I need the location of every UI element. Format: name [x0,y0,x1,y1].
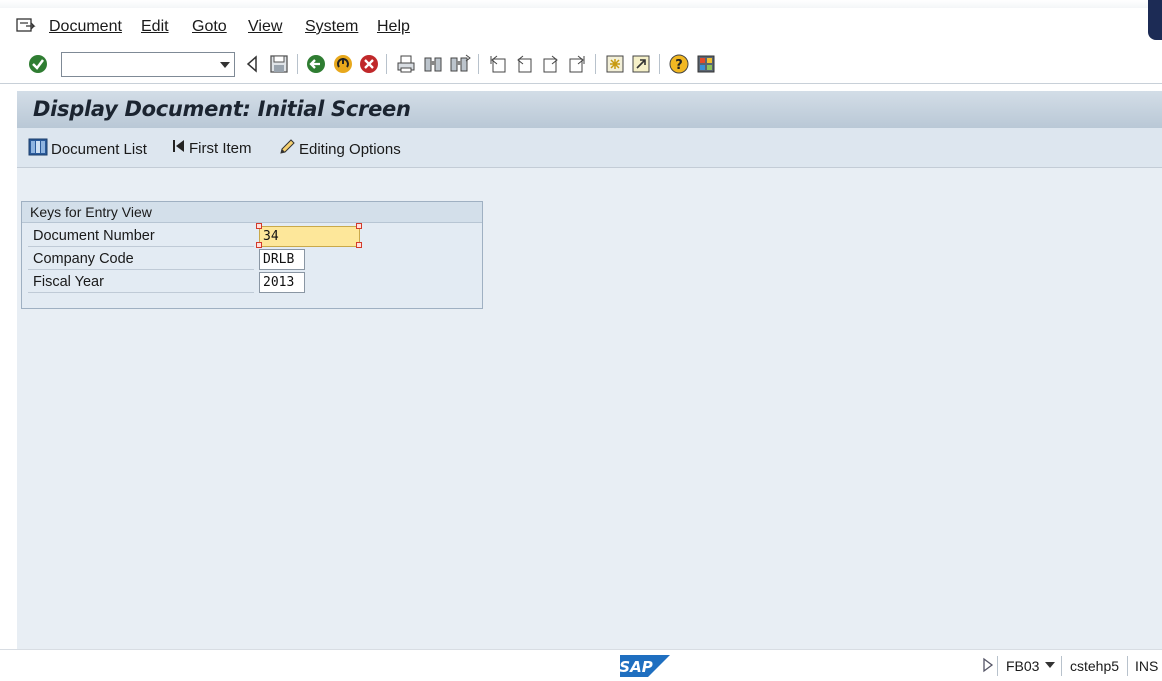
document-number-label: Document Number [28,225,254,247]
last-page-icon[interactable] [566,53,588,75]
company-code-label: Company Code [28,248,254,270]
menu-system[interactable]: System [305,18,358,36]
toolbar-separator [659,54,660,74]
group-title: Keys for Entry View [22,202,482,223]
customize-layout-icon[interactable] [695,53,717,75]
window-corner-decoration [1148,0,1162,40]
svg-text:?: ? [675,58,683,73]
find-next-icon[interactable] [449,53,471,75]
next-page-icon[interactable] [540,53,562,75]
menu-bar: Document Edit Goto View System Help [0,8,1148,44]
pencil-icon [278,138,296,160]
server-name: cstehp5 [1070,658,1120,674]
selection-handle [356,223,362,229]
first-page-icon[interactable] [487,53,509,75]
previous-page-icon[interactable] [513,53,535,75]
save-icon[interactable] [268,53,290,75]
create-session-icon[interactable] [604,53,626,75]
sap-logo: SAP [619,655,670,677]
toolbar-separator [386,54,387,74]
exit-icon[interactable] [332,53,354,75]
page-title: Display Document: Initial Screen [33,97,411,121]
screen-title-bar: Display Document: Initial Screen [17,91,1162,128]
transaction-code: FB03 [1006,658,1040,674]
find-icon[interactable] [422,53,444,75]
editing-options-button[interactable]: Editing Options [278,138,401,160]
window-top-strip [0,0,1162,8]
first-item-button[interactable]: First Item [172,138,252,158]
menu-help[interactable]: Help [377,18,410,36]
selection-handle [256,223,262,229]
first-item-icon [172,138,186,158]
enter-check-icon[interactable] [27,53,49,75]
document-list-button[interactable]: Document List [28,138,147,160]
standard-toolbar: ? [0,44,1162,84]
menu-document[interactable]: Document [49,18,122,36]
screen-area: Display Document: Initial Screen Documen… [17,91,1162,649]
fiscal-year-field[interactable]: 2013 [259,272,305,293]
expand-status-icon[interactable] [982,657,994,676]
menu-edit[interactable]: Edit [141,18,169,36]
toolbar-separator [595,54,596,74]
fiscal-year-label: Fiscal Year [28,271,254,293]
status-separator [1127,656,1128,676]
menu-goto[interactable]: Goto [192,18,227,36]
keys-for-entry-view-group: Keys for Entry View Document Number 34 C… [21,201,483,309]
document-number-field[interactable]: 34 [259,226,360,247]
menu-view[interactable]: View [248,18,282,36]
status-separator [997,656,998,676]
back-icon[interactable] [305,53,327,75]
command-field-input[interactable] [62,53,212,76]
status-bar: SAP FB03 cstehp5 INS [0,649,1162,681]
editing-options-label: Editing Options [299,140,401,158]
selection-handle [256,242,262,248]
toolbar-separator [478,54,479,74]
print-icon[interactable] [395,53,417,75]
document-list-label: Document List [51,140,147,158]
chevron-down-icon[interactable] [1045,657,1055,673]
company-code-field[interactable]: DRLB [259,249,305,270]
toolbar-separator [297,54,298,74]
command-field[interactable] [61,52,235,77]
document-list-icon [28,138,48,160]
insert-mode[interactable]: INS [1135,658,1158,674]
back-triangle-icon[interactable] [241,53,263,75]
first-item-label: First Item [189,139,252,157]
system-menu-icon[interactable] [16,17,36,35]
cancel-icon[interactable] [358,53,380,75]
selection-handle [356,242,362,248]
help-icon[interactable]: ? [668,53,690,75]
svg-text:SAP: SAP [620,658,653,676]
create-shortcut-icon[interactable] [630,53,652,75]
application-toolbar: Document List First Item Editing Options [17,128,1162,168]
chevron-down-icon[interactable] [220,62,230,68]
status-separator [1061,656,1062,676]
